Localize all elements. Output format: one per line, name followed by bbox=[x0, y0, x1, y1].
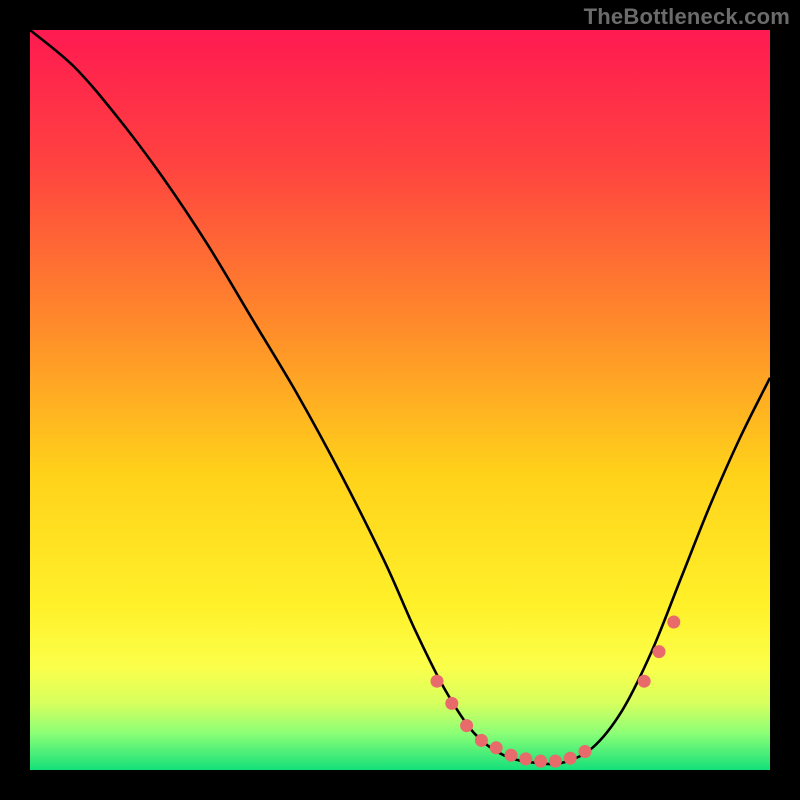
marker-dot bbox=[579, 745, 592, 758]
marker-dot bbox=[460, 719, 473, 732]
marker-dot bbox=[490, 741, 503, 754]
marker-dot bbox=[549, 755, 562, 768]
marker-dot bbox=[431, 675, 444, 688]
bottleneck-chart bbox=[30, 30, 770, 770]
marker-dot bbox=[564, 752, 577, 765]
marker-dot bbox=[505, 749, 518, 762]
marker-dot bbox=[638, 675, 651, 688]
marker-dot bbox=[534, 755, 547, 768]
chart-frame bbox=[30, 30, 770, 770]
marker-dot bbox=[445, 697, 458, 710]
gradient-background bbox=[30, 30, 770, 770]
marker-dot bbox=[653, 645, 666, 658]
marker-dot bbox=[475, 734, 488, 747]
marker-dot bbox=[667, 616, 680, 629]
marker-dot bbox=[519, 752, 532, 765]
watermark-text: TheBottleneck.com bbox=[584, 4, 790, 30]
